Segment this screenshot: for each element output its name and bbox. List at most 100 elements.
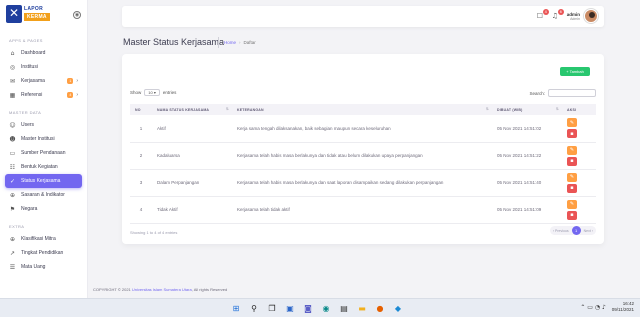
table-info: Showing 1 to 4 of 4 entries [130,230,178,235]
home-icon: ⌂ [10,49,15,57]
avatar[interactable] [584,9,598,23]
status-name: Aktif [157,125,166,131]
navbar-right: ☐ 4 ♫ 6 admin Admin [537,8,598,23]
sidebar-item-label: Klasifikasi Mitra [21,236,56,242]
location-icon: ◎ [9,63,16,71]
row-actions: ✎ ▪ [562,169,596,196]
search-input[interactable] [548,89,596,97]
sort-icon: ⇅ [225,107,229,111]
page-length-select[interactable]: 10 ▾ [144,89,160,96]
widgets-icon[interactable]: ▣ [284,302,296,314]
collapse-sidebar-icon[interactable]: ◉ [73,11,81,19]
list-icon: ☰ [9,263,16,271]
edit-button[interactable]: ✎ [567,172,577,182]
delete-button[interactable]: ▪ [567,129,577,139]
globe-icon: ⊕ [9,235,16,243]
footer-university-link[interactable]: Universitas Islam Sumatera Utara [132,287,192,292]
edit-button[interactable]: ✎ [567,145,577,155]
bell-icon[interactable]: ♫ 6 [552,8,564,21]
edit-button[interactable]: ✎ [567,199,577,209]
sidebar-item-mata-uang[interactable]: ☰ Mata Uang [0,260,87,274]
delete-button[interactable]: ▪ [567,210,577,220]
row-number: 4 [139,207,143,212]
user-role: Admin [570,16,580,21]
windows-start-icon[interactable]: ⊞ [230,302,242,314]
user-name: admin [566,11,580,17]
calendar-icon: ▦ [9,91,16,99]
footer-copyright: COPYRIGHT © 2021 [93,287,132,292]
sidebar-item-master-institusi[interactable]: ☻ Master Institusi [0,132,87,146]
brand[interactable]: LAPOR KERMA ◉ [0,0,87,30]
column-header-keterangan[interactable]: KETERANGAN ⇅ [232,104,492,115]
column-header-aksi[interactable]: AKSI [562,104,596,115]
store-icon[interactable]: ▤ [338,302,350,314]
sidebar-section-title: EXTRA [9,224,25,229]
row-actions: ✎ ▪ [562,142,596,169]
chat-icon[interactable]: ◙ [302,302,314,314]
column-header-label: NAMA STATUS KERJASAMA [157,107,210,112]
sidebar-section-title: MASTER DATA [9,110,42,115]
sidebar-item-label: Referensi [21,92,43,98]
footer-rights: , All rights Reserved [191,287,228,292]
sidebar-item-label: Master Institusi [21,136,55,142]
sidebar: LAPOR KERMA ◉ APPS & PAGES ⌂ Dashboard ◎ Ins… [0,0,88,298]
pagination: ‹ Previous 1 Next › [549,226,596,235]
previous-page-button[interactable]: ‹ Previous [553,229,569,233]
flag-icon: ⚑ [9,205,16,213]
sidebar-item-referensi[interactable]: ▦ Referensi 4 › [0,88,87,102]
sidebar-item-negara[interactable]: ⚑ Negara [0,202,87,216]
column-header-label: AKSI [567,107,577,112]
list-icon: ☷ [9,163,16,171]
action-buttons: ✎ ▪ [567,118,591,139]
edge-icon[interactable]: ◉ [320,302,332,314]
delete-button[interactable]: ▪ [567,183,577,193]
taskbar-clock[interactable]: 16:42 09/11/2021 [612,301,634,313]
breadcrumb-home[interactable]: Home [224,40,236,45]
tray-icons[interactable]: ⌃ ▭ ◔ ♪ [580,304,605,311]
sidebar-item-sumber-pendanaan[interactable]: ▭ Sumber Pendanaan [0,146,87,160]
vscode-icon[interactable]: ◆ [392,302,404,314]
delete-button[interactable]: ▪ [567,156,577,166]
sidebar-item-users[interactable]: ☺ Users [0,118,87,132]
sidebar-item-klasifikasi-mitra[interactable]: ⊕ Klasifikasi Mitra [0,232,87,246]
column-header-no[interactable]: NO [130,104,152,115]
page-number-button[interactable]: 1 [571,226,581,235]
lapor-kerma-logo[interactable]: LAPOR KERMA [6,5,56,25]
row-number: 3 [139,180,143,185]
logo-text-line2: KERMA [24,13,50,21]
page-title: Master Status Kerjasama [123,37,225,47]
cart-icon[interactable]: ☐ 4 [537,8,549,21]
sort-icon: ⇅ [485,107,489,111]
footer: COPYRIGHT © 2021 Universitas Islam Sumat… [93,287,227,292]
search-icon[interactable]: ⚲ [248,302,260,314]
table-row: 4 Tidak Aktif Kerjasama telah tidak aktif 0… [130,196,596,223]
sidebar-item-sasaran-indikator[interactable]: ⊕ Sasaran & Indikator [0,188,87,202]
sidebar-item-kerjasama[interactable]: ✉ Kerjasama 1 › [0,74,87,88]
taskbar-apps: ⊞ ⚲ ❐ ▣ ◙ ◉ ▤ ▬ ● ◆ [230,302,404,314]
firefox-icon[interactable]: ● [374,302,386,314]
status-name: Dalam Perpanjangan [157,180,200,185]
card-icon: ▭ [9,149,16,157]
next-page-button[interactable]: Next › [584,229,593,233]
system-tray: ⌃ ▭ ◔ ♪ 16:42 09/11/2021 [580,301,634,313]
sidebar-item-bentuk-kegiatan[interactable]: ☷ Bentuk Kegiatan [0,160,87,174]
column-header-nama-status-kerjasama[interactable]: NAMA STATUS KERJASAMA ⇅ [152,104,232,115]
user-check-icon: ✓ [9,177,16,185]
sidebar-item-status-kerjasama[interactable]: ✓ Status Kerjasama [5,174,82,188]
globe-icon: ⊕ [9,191,16,199]
column-header-dibuat-wib[interactable]: DIBUAT (WIB) ⇅ [492,104,562,115]
row-actions: ✎ ▪ [562,196,596,223]
action-buttons: ✎ ▪ [567,199,591,220]
sidebar-item-label: Status Kerjasama [21,178,61,184]
add-button[interactable]: + Tambah [560,67,590,76]
status-description: Kerjasama telah habis masa berlakunya da… [237,153,423,158]
page-length-value: 10 [148,90,153,95]
task-view-icon[interactable]: ❐ [266,302,278,314]
sidebar-item-tingkat-pendidikan[interactable]: ↗ Tingkat Pendidikan [0,246,87,260]
sidebar-item-dashboard[interactable]: ⌂ Dashboard [0,46,87,60]
user-info[interactable]: admin Admin [567,12,580,21]
edit-button[interactable]: ✎ [567,118,577,128]
sidebar-item-institusi[interactable]: ◎ Institusi [0,60,87,74]
explorer-icon[interactable]: ▬ [356,302,368,314]
status-table: NO NAMA STATUS KERJASAMA ⇅ KETERANGAN ⇅ DIBUA… [130,104,596,224]
